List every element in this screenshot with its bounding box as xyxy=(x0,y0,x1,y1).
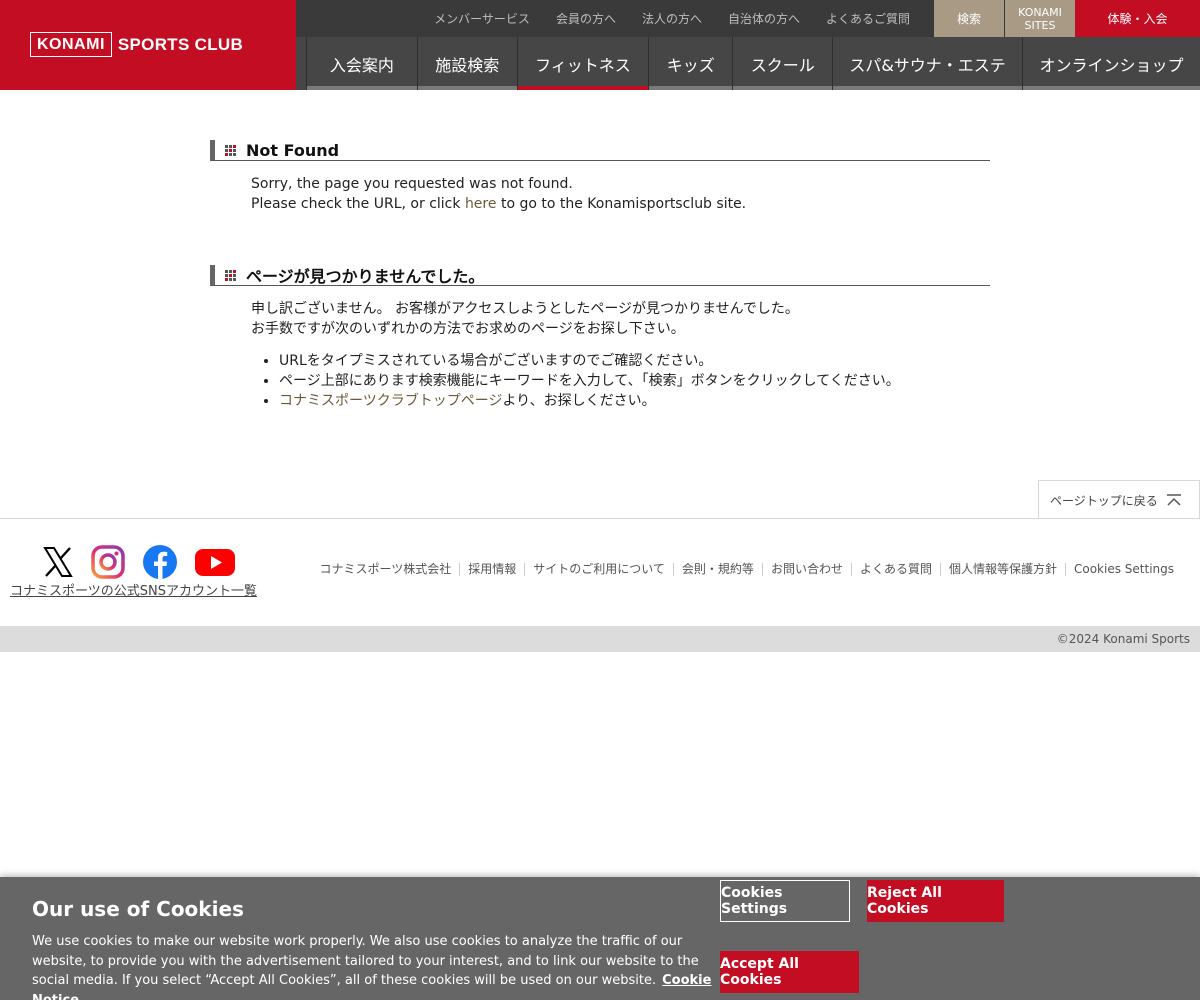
footer-divider xyxy=(0,518,1200,519)
logo-sports-club-text: SPORTS CLUB xyxy=(117,34,244,54)
footer-link-rules[interactable]: 会則・規約等 xyxy=(672,563,762,576)
nav-spa-sauna-esthe[interactable]: スパ&サウナ・エステ xyxy=(832,37,1022,90)
konami-sites-label-1: KONAMI xyxy=(1018,5,1062,19)
nav-school[interactable]: スクール xyxy=(732,37,833,90)
cookie-title: Our use of Cookies xyxy=(32,897,244,921)
jp-not-found-body: 申し訳ございません。 お客様がアクセスしようとしたページが見つかりませんでした。… xyxy=(210,299,990,411)
jp-suggestion-list: URLをタイプミスされている場合がございますのでご確認ください。 ページ上部にあ… xyxy=(251,351,990,411)
grid-bullet-icon xyxy=(225,144,236,156)
reject-all-cookies-button[interactable]: Reject All Cookies xyxy=(867,880,1004,922)
footer-link-recruit[interactable]: 採用情報 xyxy=(459,563,524,576)
section-heading: ページが見つかりませんでした。 xyxy=(210,265,990,286)
footer-link-faq[interactable]: よくある質問 xyxy=(850,563,940,576)
list-item: URLをタイプミスされている場合がございますのでご確認ください。 xyxy=(279,351,990,371)
nav-fitness[interactable]: フィットネス xyxy=(516,37,649,90)
util-link-member-service[interactable]: メンバーサービス xyxy=(434,10,530,27)
chevron-up-icon xyxy=(1166,494,1181,506)
list-item: コナミスポーツクラブトップページより、お探しください。 xyxy=(279,391,990,411)
jp-not-found-title: ページが見つかりませんでした。 xyxy=(246,267,485,286)
main-nav: 入会案内 施設検索 フィットネス キッズ スクール スパ&サウナ・エステ オンラ… xyxy=(296,37,1200,90)
x-icon[interactable] xyxy=(42,546,74,578)
cookie-text-block: We use cookies to make our website work … xyxy=(32,932,712,1000)
footer-links: コナミスポーツ株式会社 採用情報 サイトのご利用について 会則・規約等 お問い合… xyxy=(311,563,1182,576)
copyright-text: ©2024 Konami Sports xyxy=(1056,632,1190,646)
util-link-corporate[interactable]: 法人の方へ xyxy=(642,10,702,27)
instagram-icon[interactable] xyxy=(90,544,126,580)
not-found-line2-post: to go to the Konamisportsclub site. xyxy=(496,196,747,212)
not-found-section: Not Found Sorry, the page you requested … xyxy=(210,140,990,214)
sns-icons xyxy=(42,544,236,580)
nav-online-shop[interactable]: オンラインショップ xyxy=(1022,37,1200,90)
nav-kids[interactable]: キッズ xyxy=(648,37,733,90)
cookie-description: We use cookies to make our website work … xyxy=(32,934,699,988)
footer-link-company[interactable]: コナミスポーツ株式会社 xyxy=(311,563,459,576)
not-found-title: Not Found xyxy=(246,140,340,160)
cookie-banner: Our use of Cookies We use cookies to mak… xyxy=(0,877,1200,1000)
facebook-icon[interactable] xyxy=(142,544,178,580)
sns-accounts-link[interactable]: コナミスポーツの公式SNSアカウント一覧 xyxy=(10,580,257,599)
not-found-line2-pre: Please check the URL, or click xyxy=(251,196,465,212)
bullet3-suffix: より、お探しください。 xyxy=(502,393,656,409)
grid-bullet-icon xyxy=(225,269,236,281)
footer-link-privacy[interactable]: 個人情報等保護方針 xyxy=(939,563,1065,576)
logo-area[interactable]: KONAMI SPORTS CLUB xyxy=(0,0,296,90)
utility-links: メンバーサービス 会員の方へ 法人の方へ 自治体の方へ よくあるご質問 xyxy=(434,0,910,37)
youtube-icon[interactable] xyxy=(194,546,236,578)
trial-join-button[interactable]: 体験・入会 xyxy=(1075,0,1200,37)
footer-link-contact[interactable]: お問い合わせ xyxy=(761,563,851,576)
jp-not-found-section: ページが見つかりませんでした。 申し訳ございません。 お客様がアクセスしようとし… xyxy=(210,265,990,411)
footer-link-site-usage[interactable]: サイトのご利用について xyxy=(524,563,673,576)
copyright-bar: ©2024 Konami Sports xyxy=(0,626,1200,652)
nav-facility-search[interactable]: 施設検索 xyxy=(416,37,517,90)
not-found-body: Sorry, the page you requested was not fo… xyxy=(210,174,990,214)
top-page-link[interactable]: コナミスポーツクラブトップページ xyxy=(279,393,502,409)
util-link-faq[interactable]: よくあるご質問 xyxy=(826,10,910,27)
site-header: KONAMI SPORTS CLUB メンバーサービス 会員の方へ 法人の方へ … xyxy=(0,0,1200,90)
utility-bar: メンバーサービス 会員の方へ 法人の方へ 自治体の方へ よくあるご質問 検索 K… xyxy=(296,0,1200,37)
list-item: ページ上部にあります検索機能にキーワードを入力して、「検索」ボタンをクリックして… xyxy=(279,371,990,391)
here-link[interactable]: here xyxy=(465,196,497,212)
not-found-line1: Sorry, the page you requested was not fo… xyxy=(251,176,573,192)
section-heading: Not Found xyxy=(210,140,990,161)
search-button[interactable]: 検索 xyxy=(934,0,1004,37)
footer-link-cookies-settings[interactable]: Cookies Settings xyxy=(1064,563,1182,576)
util-link-municipality[interactable]: 自治体の方へ xyxy=(728,10,800,27)
konami-sites-button[interactable]: KONAMI SITES xyxy=(1005,0,1075,37)
not-found-line2: Please check the URL, or click here to g… xyxy=(251,194,990,214)
cookies-settings-button[interactable]: Cookies Settings xyxy=(720,880,850,922)
accept-all-cookies-button[interactable]: Accept All Cookies xyxy=(720,951,859,993)
util-link-members[interactable]: 会員の方へ xyxy=(556,10,616,27)
back-to-top-button[interactable]: ページトップに戻る xyxy=(1038,480,1200,519)
konami-sports-club-logo[interactable]: KONAMI SPORTS CLUB xyxy=(30,32,243,57)
logo-konami-box: KONAMI xyxy=(30,32,112,57)
back-to-top-label: ページトップに戻る xyxy=(1050,493,1158,508)
jp-line2: お手数ですが次のいずれかの方法でお求めのページをお探し下さい。 xyxy=(251,321,685,337)
konami-sites-label-2: SITES xyxy=(1024,18,1056,32)
jp-line1: 申し訳ございません。 お客様がアクセスしようとしたページが見つかりませんでした。 xyxy=(251,301,799,317)
nav-membership-guide[interactable]: 入会案内 xyxy=(306,37,417,90)
